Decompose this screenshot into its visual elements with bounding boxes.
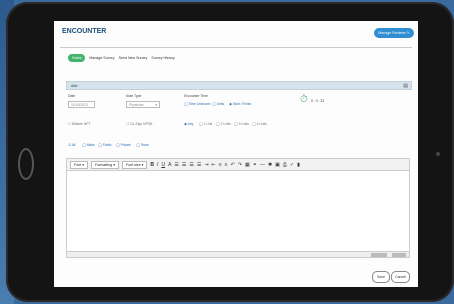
page-title: ENCOUNTER [62, 28, 107, 35]
cosign-checkbox[interactable]: ☐ Co-Sign NPSB [126, 122, 152, 126]
formatting-dropdown[interactable]: Formatting ▾ [91, 160, 120, 169]
tablet-frame: ENCOUNTER Manage Reviews ✎ Notes Manage … [6, 2, 454, 302]
radio-start-finish[interactable]: ◉ Start / Finish [229, 102, 251, 106]
horizontal-rule-icon[interactable]: — [260, 162, 265, 168]
source-icon[interactable]: ▮ [297, 162, 300, 168]
italic-button[interactable]: I [157, 162, 158, 168]
visibility-radio-private[interactable]: ◯ Private [116, 143, 131, 147]
date-value: 11/10/2023 [71, 102, 88, 107]
word-count-badge [371, 253, 387, 257]
undo-icon[interactable]: ↶ [231, 162, 235, 168]
unit-radio-1[interactable]: ◯ 1 Unit [199, 122, 212, 126]
radio-time-unknown[interactable]: ◯ Time Unknown [184, 102, 210, 106]
unit-radio-2[interactable]: ◯ 2 Units [216, 122, 231, 126]
visibility-radio-public[interactable]: ◯ Public [98, 143, 112, 147]
stopwatch-icon[interactable]: ⏱ [300, 94, 308, 105]
unit-radio-4[interactable]: ◯ 4 Units [252, 122, 267, 126]
save-button[interactable]: Save [372, 271, 390, 283]
app-screen: ENCOUNTER Manage Reviews ✎ Notes Manage … [54, 21, 418, 287]
collapse-icon[interactable]: ▤ [403, 83, 408, 89]
font-size-dropdown[interactable]: Font size ▾ [122, 160, 148, 169]
note-editor[interactable] [66, 171, 410, 252]
visibility-radio-team[interactable]: ◯ Team [136, 143, 149, 147]
tab-send-new-survey[interactable]: Send New Survey [119, 56, 148, 60]
font-color-button[interactable]: A [168, 162, 171, 168]
tab-bar: Notes Manage Survey Send New Survey Surv… [68, 54, 175, 62]
numbered-list-icon[interactable]: ≡ [225, 162, 228, 168]
tab-manage-survey[interactable]: Manage Survey [89, 56, 114, 60]
table-icon[interactable]: ▦ [245, 162, 250, 168]
spellcheck-icon[interactable]: ✓ [290, 162, 294, 168]
redo-icon[interactable]: ↷ [238, 162, 242, 168]
media-icon[interactable]: ▣ [275, 162, 280, 168]
unit-radio-any[interactable]: ◉ Any [184, 122, 193, 126]
editor-statusbar [66, 251, 410, 258]
link-icon[interactable]: ⚭ [253, 162, 257, 168]
outdent-icon[interactable]: ⇤ [212, 162, 216, 168]
editor-toolbar: Font ▾ Formatting ▾ Font size ▾ B I U A … [66, 158, 410, 171]
manage-reviews-button[interactable]: Manage Reviews ✎ [374, 28, 414, 38]
note-type-label: Note Type [126, 94, 142, 98]
justify-icon[interactable]: ☰ [197, 162, 201, 168]
camera-icon [436, 152, 440, 156]
bold-button[interactable]: B [150, 162, 154, 168]
tab-survey-history[interactable]: Survey History [151, 56, 174, 60]
panel-header: Add ▤ [66, 81, 412, 90]
radio-units[interactable]: ◯ Units [212, 102, 224, 106]
unit-radio-3[interactable]: ◯ 3 Units [234, 122, 249, 126]
resize-handle[interactable] [392, 253, 406, 257]
tab-notes[interactable]: Notes [68, 54, 86, 62]
align-right-icon[interactable]: ☰ [189, 162, 193, 168]
note-type-select[interactable]: Physician ▾ [126, 101, 160, 108]
visibility-radio-all[interactable]: ☑ All [68, 143, 75, 147]
divider [60, 47, 412, 48]
date-field[interactable]: 11/10/2023 [68, 101, 95, 108]
chevron-down-icon: ▾ [155, 102, 157, 107]
encounter-time-label: Encounter Time [184, 94, 208, 98]
align-center-icon[interactable]: ☰ [182, 162, 186, 168]
special-char-icon[interactable]: ✱ [268, 162, 272, 168]
panel-title: Add [71, 83, 78, 88]
indent-icon[interactable]: ⇥ [204, 162, 208, 168]
billable-checkbox[interactable]: ☐ Billable NPT [68, 122, 91, 126]
align-left-icon[interactable]: ☰ [174, 162, 178, 168]
manage-reviews-label: Manage Reviews [378, 31, 406, 35]
cancel-button[interactable]: Cancel [391, 271, 410, 283]
note-type-value: Physician [129, 102, 144, 107]
print-icon[interactable]: ⎙ [283, 162, 287, 168]
underline-button[interactable]: U [161, 162, 165, 168]
visibility-radio-make[interactable]: ◯ Make [82, 143, 95, 147]
date-label: Date [68, 94, 76, 98]
home-button[interactable] [18, 148, 34, 180]
edit-icon: ✎ [406, 31, 410, 35]
font-dropdown[interactable]: Font ▾ [70, 160, 89, 169]
timer-readout: 0 : 0 : 23 [311, 99, 325, 103]
bullet-list-icon[interactable]: ≡ [219, 162, 222, 168]
